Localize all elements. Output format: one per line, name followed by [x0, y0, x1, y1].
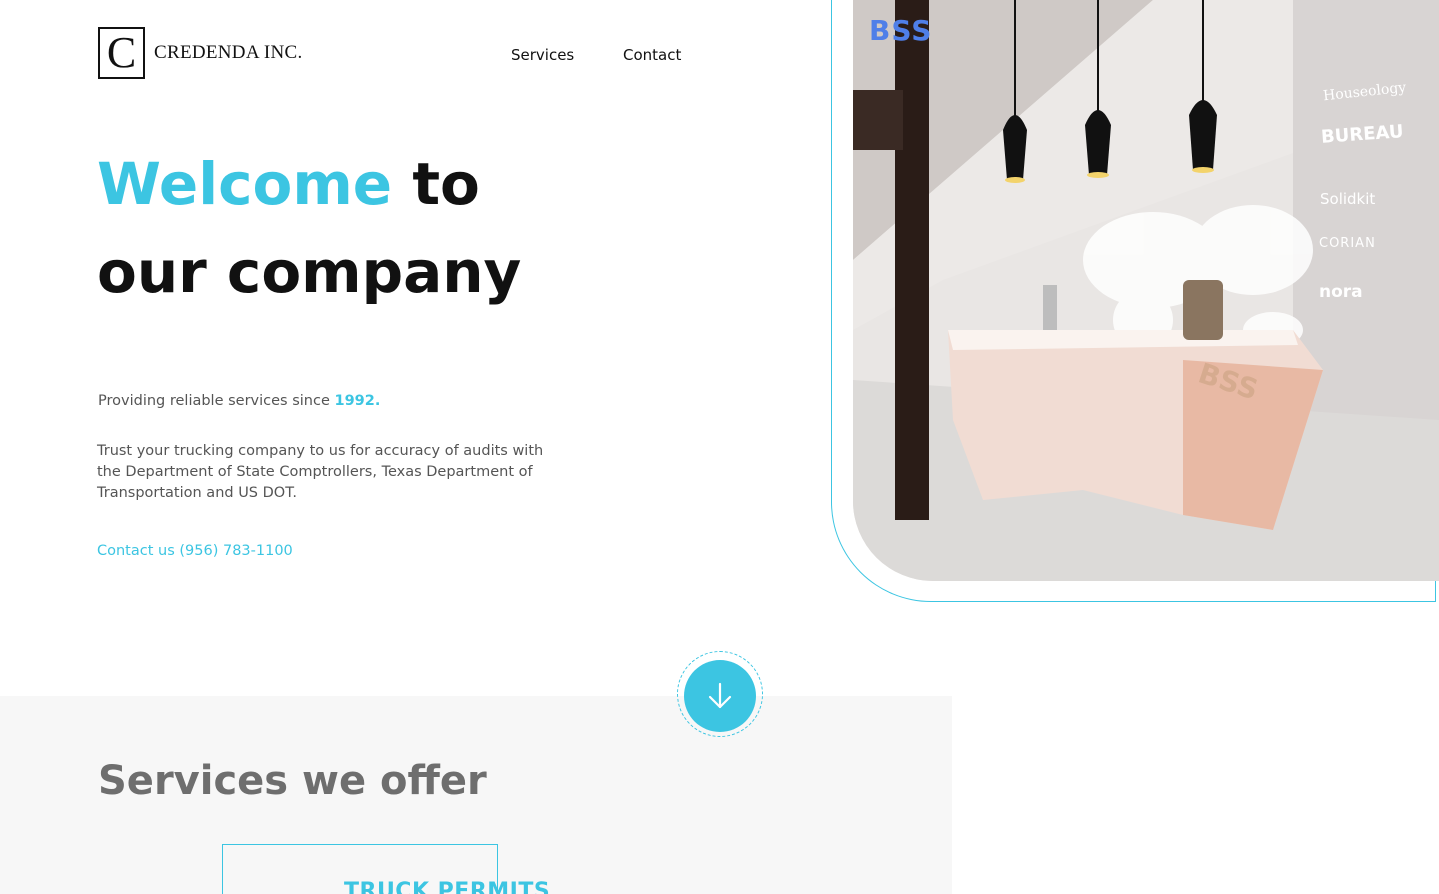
- hero-title-line-2: our company: [97, 238, 522, 306]
- hero-title-rest: to: [392, 150, 480, 218]
- logo-text: CREDENDA INC.: [154, 42, 303, 63]
- since-prefix: Providing reliable services since: [98, 393, 335, 409]
- contact-phone-link[interactable]: Contact us (956) 783-1100: [97, 543, 293, 559]
- nav-link-contact[interactable]: Contact: [623, 46, 681, 64]
- photo-watermark: BSS: [869, 14, 933, 47]
- hero-description: Trust your trucking company to us for ac…: [97, 443, 544, 501]
- wall-brand-solidkit: Solidkit: [1320, 190, 1376, 208]
- hero-title: Welcome to our company: [97, 140, 521, 316]
- hero-title-accent: Welcome: [97, 150, 393, 218]
- reception-photo: BSS Houseology BUREAU Solidkit CORIAN no…: [853, 0, 1439, 581]
- nav-link-services[interactable]: Services: [511, 46, 574, 64]
- wall-brand-nora: nora: [1319, 282, 1363, 302]
- company-logo[interactable]: C CREDENDA INC.: [98, 27, 303, 79]
- arrow-down-icon: [708, 682, 732, 709]
- service-card-title: TRUCK PERMITS: [344, 879, 551, 894]
- since-year: 1992.: [334, 393, 381, 409]
- services-title: Services we offer: [98, 758, 487, 804]
- logo-mark: C: [98, 27, 145, 79]
- wall-brand-corian: CORIAN: [1319, 236, 1376, 251]
- scroll-down-button[interactable]: [684, 660, 756, 732]
- since-text: Providing reliable services since 1992.: [98, 393, 380, 409]
